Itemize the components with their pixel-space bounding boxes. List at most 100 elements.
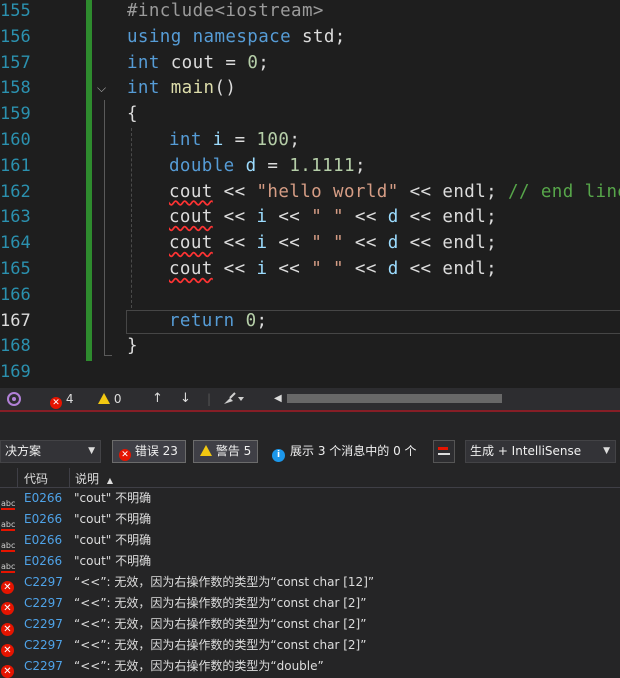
error-code-link[interactable]: E0266 [24, 530, 62, 551]
scroll-left-icon[interactable]: ◀ [274, 391, 282, 407]
horizontal-scrollbar[interactable] [287, 394, 502, 403]
line-number: 163 [0, 207, 31, 228]
code-line[interactable]: 158 ⌵ int main() [0, 75, 620, 101]
column-description[interactable]: 说明 ▲ [75, 470, 113, 487]
code-token: << [212, 233, 257, 254]
code-token: << [344, 233, 388, 254]
build-error-icon: ✕ [1, 597, 15, 615]
error-count[interactable]: ✕ 4 [50, 391, 73, 409]
code-text: cout << i << " " << d << endl; [169, 256, 497, 282]
code-line[interactable]: 157 int cout = 0; [0, 50, 620, 76]
code-token: // end line [508, 181, 620, 202]
code-token: double [169, 155, 235, 176]
error-row[interactable]: abc E0266 "cout" 不明确 [0, 488, 620, 510]
code-line[interactable]: 165 cout << i << " " << d << endl; [0, 256, 620, 282]
messages-filter-button[interactable]: i 展示 3 个消息中的 0 个 [265, 440, 427, 463]
code-line[interactable]: 169 [0, 359, 620, 385]
code-text: int main() [127, 75, 236, 101]
code-token: d [387, 233, 399, 254]
line-number: 167 [0, 310, 31, 331]
error-code-link[interactable]: C2297 [24, 572, 63, 593]
code-token: << [212, 207, 257, 228]
error-row[interactable]: abc E0266 "cout" 不明确 [0, 530, 620, 552]
code-token: ; [258, 52, 270, 73]
code-line[interactable]: 166 [0, 282, 620, 308]
code-token: 0 [245, 310, 257, 331]
code-token: = [256, 155, 290, 176]
code-line[interactable]: 159 { [0, 101, 620, 127]
code-text: double d = 1.1111; [169, 153, 366, 179]
error-code-link[interactable]: C2297 [24, 593, 63, 614]
code-token: << endl; [398, 233, 498, 254]
sort-ascending-icon: ▲ [106, 476, 113, 485]
fold-chevron-icon[interactable]: ⌵ [97, 75, 106, 101]
column-separator [17, 468, 18, 488]
code-token: d [387, 259, 399, 279]
code-editor[interactable]: 155 #include<iostream> 156 using namespace … [0, 0, 620, 388]
code-line[interactable]: 161 double d = 1.1111; [0, 153, 620, 179]
build-source-dropdown[interactable]: 生成 + IntelliSense ▼ [465, 440, 616, 463]
code-token: <iostream> [214, 1, 324, 21]
error-row[interactable]: ✕ C2297 “<<”: 无效，因为右操作数的类型为“double” [0, 656, 620, 678]
column-separator [69, 468, 70, 488]
code-text: } [127, 333, 138, 359]
code-token: i [256, 259, 268, 279]
code-line[interactable]: 164 cout << i << " " << d << endl; [0, 230, 620, 256]
info-icon: i [272, 449, 285, 462]
code-line[interactable]: 156 using namespace std; [0, 24, 620, 50]
line-number: 160 [0, 130, 31, 150]
code-line[interactable]: 155 #include<iostream> [0, 0, 620, 24]
code-cleanup-icon[interactable] [222, 391, 244, 411]
code-line[interactable]: 163 cout << i << " " << d << endl; [0, 204, 620, 230]
ambiguous-symbol: cout [169, 259, 213, 279]
code-text: int i = 100; [169, 127, 300, 153]
error-row[interactable]: ✕ C2297 “<<”: 无效，因为右操作数的类型为“const char [2]… [0, 635, 620, 657]
code-token: << [344, 259, 388, 279]
code-token: << [267, 207, 312, 228]
code-token: << endl; [398, 207, 498, 228]
code-token: << [267, 259, 312, 279]
column-code[interactable]: 代码 [24, 470, 48, 487]
code-line[interactable]: 162 cout << "hello world" << endl; // end… [0, 179, 620, 205]
code-token: << [212, 181, 257, 202]
code-line[interactable]: 160 int i = 100; [0, 127, 620, 153]
code-line[interactable]: 168} [0, 333, 620, 359]
line-number: 157 [0, 52, 31, 73]
error-row[interactable]: abc E0266 "cout" 不明确 [0, 551, 620, 573]
code-text: cout << i << " " << d << endl; [169, 230, 497, 256]
error-code-link[interactable]: E0266 [24, 509, 62, 530]
error-row[interactable]: ✕ C2297 “<<”: 无效，因为右操作数的类型为“const char [2]… [0, 593, 620, 615]
warnings-filter-button[interactable]: 警告 5 [193, 440, 258, 463]
warning-count[interactable]: 0 [98, 391, 121, 407]
chevron-down-icon: ▼ [88, 446, 95, 456]
code-token: << [267, 233, 312, 254]
errors-filter-button[interactable]: ✕ 错误 23 [112, 440, 186, 463]
editor-status-strip: ✕ 4 0 ↑ ↓ | ◀ [0, 388, 620, 410]
error-code-link[interactable]: C2297 [24, 635, 63, 656]
code-token: 1.1111 [289, 155, 355, 176]
error-code-link[interactable]: E0266 [24, 488, 62, 509]
code-token: std; [291, 26, 346, 47]
strip-divider: | [207, 392, 212, 406]
error-description: “<<”: 无效，因为右操作数的类型为“const char [2]” [74, 638, 367, 652]
code-token: i [256, 207, 268, 228]
code-token: main [170, 78, 215, 99]
previous-issue-button[interactable]: ↑ [152, 391, 163, 407]
next-issue-button[interactable]: ↓ [180, 391, 191, 407]
error-row[interactable]: abc E0266 "cout" 不明确 [0, 509, 620, 531]
error-description: “<<”: 无效，因为右操作数的类型为“const char [12]” [74, 575, 375, 589]
filter-icon[interactable] [433, 440, 455, 463]
code-token: return [169, 310, 235, 331]
error-code-link[interactable]: E0266 [24, 551, 62, 572]
code-token: ; [256, 310, 268, 331]
intellicode-icon[interactable] [6, 391, 22, 411]
error-row[interactable]: ✕ C2297 “<<”: 无效，因为右操作数的类型为“const char [12… [0, 572, 620, 594]
code-token: d [245, 155, 257, 176]
error-code-link[interactable]: C2297 [24, 614, 63, 635]
error-description: "cout" 不明确 [74, 491, 152, 505]
error-code-link[interactable]: C2297 [24, 656, 63, 677]
code-line[interactable]: 167 return 0; [0, 308, 620, 334]
error-row[interactable]: ✕ C2297 “<<”: 无效，因为右操作数的类型为“const char [2]… [0, 614, 620, 636]
code-token: { [127, 104, 138, 125]
scope-dropdown[interactable]: 决方案 ▼ [0, 440, 101, 463]
